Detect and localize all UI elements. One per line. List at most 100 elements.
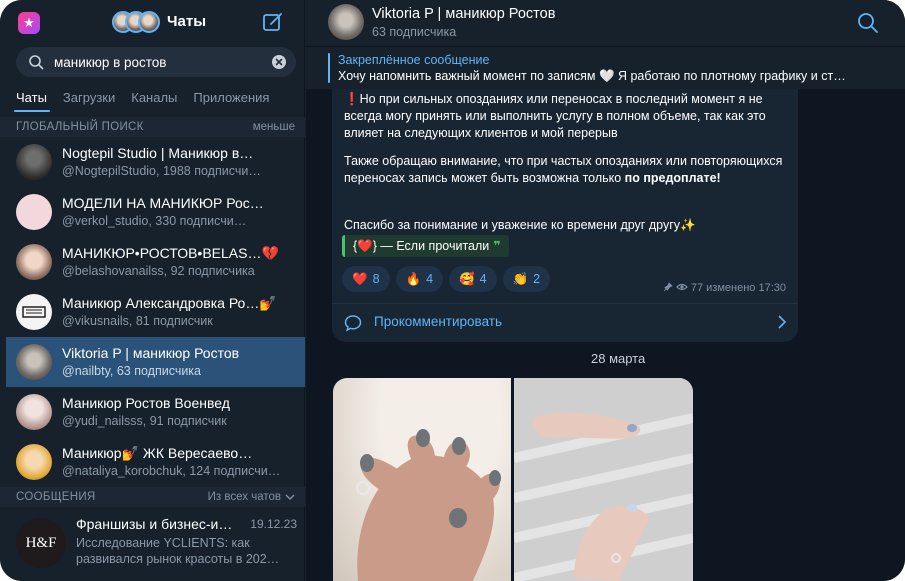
quote-mark-icon: ❞	[493, 239, 501, 253]
search-bar[interactable]	[16, 47, 296, 77]
global-search-header: ГЛОБАЛЬНЫЙ ПОИСК меньше	[0, 117, 305, 137]
post-paragraph: Спасибо за понимание и уважение ко време…	[344, 218, 696, 232]
avatar	[16, 244, 52, 280]
subscriber-count: 63 подписчика	[372, 25, 457, 39]
chat-panel: Viktoria P | маникюр Ростов 63 подписчик…	[306, 0, 905, 581]
reaction-emoji: 👏	[512, 271, 529, 286]
chat-name: Nogtepil Studio | Маникюр в…	[62, 145, 254, 161]
views-edited-time: 77 изменено 17:30	[690, 282, 786, 294]
chat-subtitle: @NogtepilStudio, 1988 подписчи…	[62, 164, 261, 178]
story-avatar[interactable]	[138, 11, 160, 33]
tab-channels[interactable]: Каналы	[131, 84, 177, 112]
left-topbar: ★ Чаты	[0, 0, 305, 44]
reaction-count: 8	[372, 272, 380, 286]
chat-subtitle: @yudi_nailsss, 91 подписчик	[62, 414, 227, 428]
search-result-row-active[interactable]: Viktoria P | маникюр Ростов @nailbty, 63…	[6, 337, 305, 387]
app-logo-icon[interactable]: ★	[18, 12, 40, 34]
reaction-count: 4	[479, 272, 487, 286]
chat-name: Маникюр Ростов Военвед	[62, 395, 230, 411]
avatar	[16, 444, 52, 480]
avatar	[16, 294, 52, 330]
messages-filter[interactable]: Из всех чатов	[208, 491, 281, 503]
post-paragraph: ❗️Но при сильных опозданиях или переноса…	[344, 92, 766, 140]
reaction-fire[interactable]: 🔥 4	[395, 266, 444, 292]
comment-button[interactable]: Прокомментировать	[374, 314, 502, 329]
post-photo[interactable]	[333, 378, 511, 581]
reaction-emoji: ❤️	[352, 271, 368, 286]
post-bold-text: по предоплате!	[624, 171, 721, 185]
show-less-link[interactable]: меньше	[253, 121, 295, 133]
chat-list-panel: ★ Чаты Чаты Загрузки	[0, 0, 305, 581]
post-meta: 77 изменено 17:30	[663, 282, 786, 294]
avatar	[16, 194, 52, 230]
reaction-clap[interactable]: 👏 2	[502, 266, 551, 292]
avatar	[16, 394, 52, 430]
channel-avatar[interactable]	[328, 4, 364, 40]
reaction-count: 4	[426, 272, 434, 286]
search-input[interactable]	[54, 53, 264, 71]
search-result-row[interactable]: Маникюр Александровка Ро…💅 @vikusnails, …	[6, 287, 305, 337]
post-photo[interactable]	[514, 378, 693, 581]
tab-chats[interactable]: Чаты	[16, 84, 47, 112]
folder-tabs: Чаты Загрузки Каналы Приложения	[0, 84, 305, 112]
chat-name: Франшизы и бизнес-и…	[76, 516, 233, 532]
active-tab-indicator	[14, 110, 50, 112]
comment-icon[interactable]	[344, 314, 362, 332]
search-result-row[interactable]: МАНИКЮР•РОСТОВ•BELAS…💔 @belashovanailss,…	[6, 237, 305, 287]
reaction-heart[interactable]: ❤️ 8	[342, 266, 390, 292]
reaction-emoji: 🥰	[459, 271, 475, 286]
avatar	[16, 144, 52, 180]
eye-icon	[675, 283, 688, 291]
chat-subtitle: @belashovanailss, 92 подписчика	[62, 264, 255, 278]
chat-subtitle: @vikusnails, 81 подписчик	[62, 314, 213, 328]
chevron-down-icon[interactable]	[285, 493, 295, 501]
tab-apps[interactable]: Приложения	[193, 84, 269, 112]
reaction-smile[interactable]: 🥰 4	[449, 266, 497, 292]
chat-name: Маникюр💅 ЖК Вересаево…	[62, 445, 253, 461]
chats-title: Чаты	[167, 13, 207, 30]
pinned-bar	[328, 53, 330, 83]
reactions-bar: ❤️ 8 🔥 4 🥰 4 👏 2	[342, 266, 551, 292]
pinned-label: Закреплённое сообщение	[338, 53, 490, 67]
avatar: H&F	[16, 518, 66, 568]
pinned-text: Хочу напомнить важный момент по записям …	[338, 69, 846, 83]
channel-title: Viktoria P | маникюр Ростов	[372, 6, 556, 22]
pin-icon	[663, 282, 673, 292]
divider	[332, 303, 798, 304]
chat-name: Viktoria P | маникюр Ростов	[62, 345, 240, 361]
chat-name: Маникюр Александровка Ро…💅	[62, 295, 277, 311]
pinned-message[interactable]: Закреплённое сообщение Хочу напомнить ва…	[306, 47, 905, 89]
search-icon	[29, 55, 44, 70]
search-icon[interactable]	[857, 12, 879, 34]
search-result-row[interactable]: Nogtepil Studio | Маникюр в… @NogtepilSt…	[6, 137, 305, 187]
message-result-row[interactable]: H&F Франшизы и бизнес-и… 19.12.23 Исслед…	[6, 508, 305, 581]
section-title: СООБЩЕНИЯ	[16, 491, 96, 503]
post-quote: {❤️} — Если прочитали ❞	[342, 235, 509, 257]
stories-stack[interactable]	[112, 11, 160, 33]
avatar	[16, 344, 52, 380]
manicure-photo-illustration	[514, 378, 693, 581]
post-paragraph: Также обращаю внимание, что при частых о…	[344, 153, 790, 187]
chat-name: МОДЕЛИ НА МАНИКЮР Рос…	[62, 195, 264, 211]
channel-post: ❗️Но при сильных опозданиях или переноса…	[332, 89, 798, 342]
date-divider: 28 марта	[591, 351, 646, 366]
search-result-row[interactable]: Маникюр💅 ЖК Вересаево… @nataliya_korobch…	[6, 437, 305, 487]
quote-text: {❤️} — Если прочитали	[353, 239, 490, 253]
reaction-emoji: 🔥	[405, 271, 422, 286]
manicure-photo-illustration	[356, 429, 501, 581]
tab-downloads[interactable]: Загрузки	[63, 84, 115, 112]
clear-icon[interactable]	[272, 55, 286, 69]
messages-header: СООБЩЕНИЯ Из всех чатов	[0, 487, 305, 507]
nails-logo	[22, 306, 46, 318]
telegram-window: ★ Чаты Чаты Загрузки	[0, 0, 905, 581]
chat-subtitle: @verkol_studio, 330 подписчи…	[62, 214, 247, 228]
compose-icon[interactable]	[262, 11, 284, 33]
chevron-right-icon[interactable]	[776, 315, 788, 329]
message-preview: Исследование YCLIENTS: как развивался ры…	[76, 536, 280, 566]
search-result-row[interactable]: Маникюр Ростов Военвед @yudi_nailsss, 91…	[6, 387, 305, 437]
section-title: ГЛОБАЛЬНЫЙ ПОИСК	[16, 121, 144, 133]
chat-subtitle: @nataliya_korobchuk, 124 подписчи…	[62, 464, 281, 478]
chat-name: МАНИКЮР•РОСТОВ•BELAS…💔	[62, 245, 279, 261]
search-result-row[interactable]: МОДЕЛИ НА МАНИКЮР Рос… @verkol_studio, 3…	[6, 187, 305, 237]
chat-header[interactable]: Viktoria P | маникюр Ростов 63 подписчик…	[306, 0, 905, 46]
